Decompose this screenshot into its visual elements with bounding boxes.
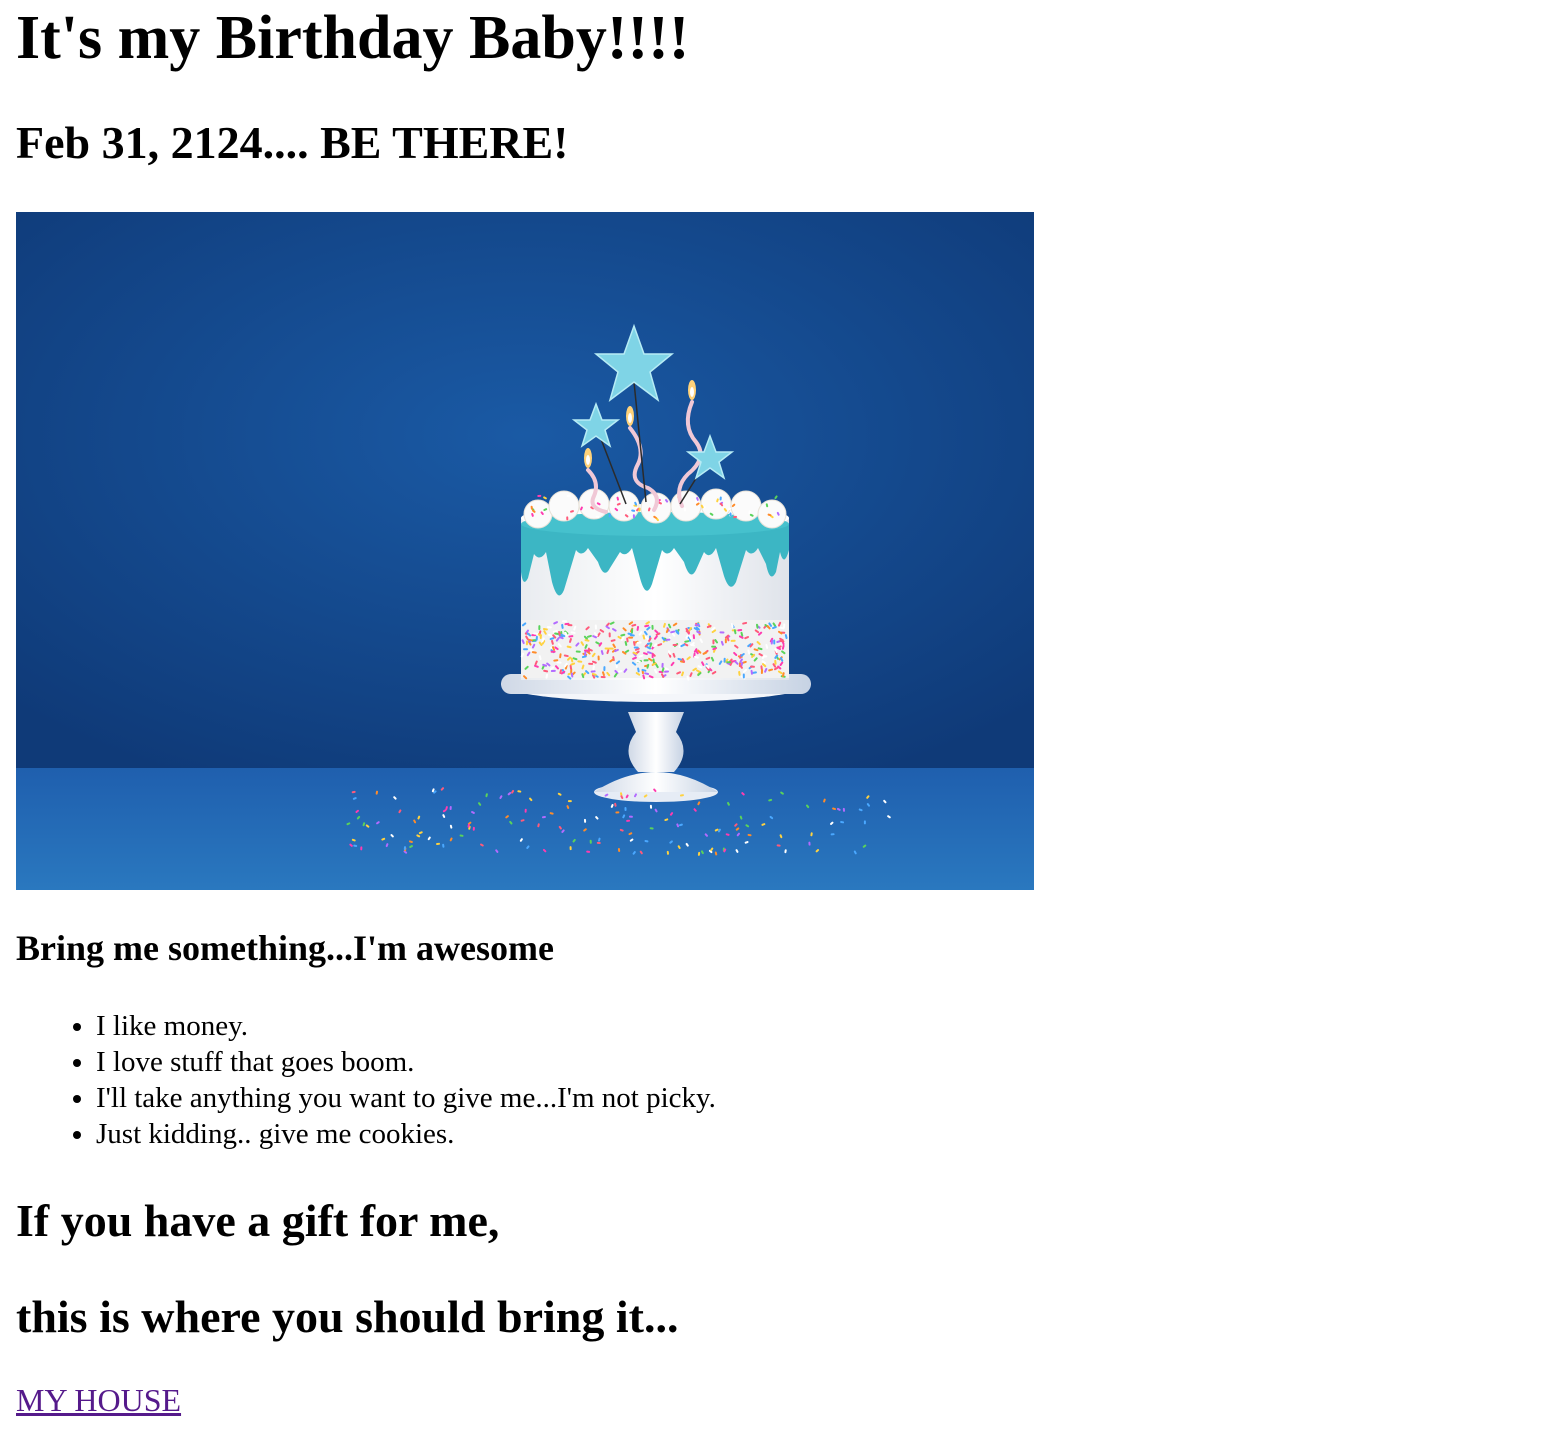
list-item: I'll take anything you want to give me..… [96, 1080, 716, 1116]
my-house-link[interactable]: MY HOUSE [16, 1380, 181, 1420]
gift-prompt-heading: If you have a gift for me, [16, 1195, 500, 1246]
list-item: I love stuff that goes boom. [96, 1044, 716, 1080]
gift-list: I like money. I love stuff that goes boo… [0, 1008, 716, 1152]
list-item: Just kidding.. give me cookies. [96, 1116, 716, 1152]
list-item: I like money. [96, 1008, 716, 1044]
event-date: Feb 31, 2124.... BE THERE! [16, 117, 569, 168]
page-title: It's my Birthday Baby!!!! [16, 4, 690, 72]
gift-heading: Bring me something...I'm awesome [16, 928, 554, 968]
birthday-cake-image [16, 212, 1034, 890]
gift-location-heading: this is where you should bring it... [16, 1291, 679, 1342]
